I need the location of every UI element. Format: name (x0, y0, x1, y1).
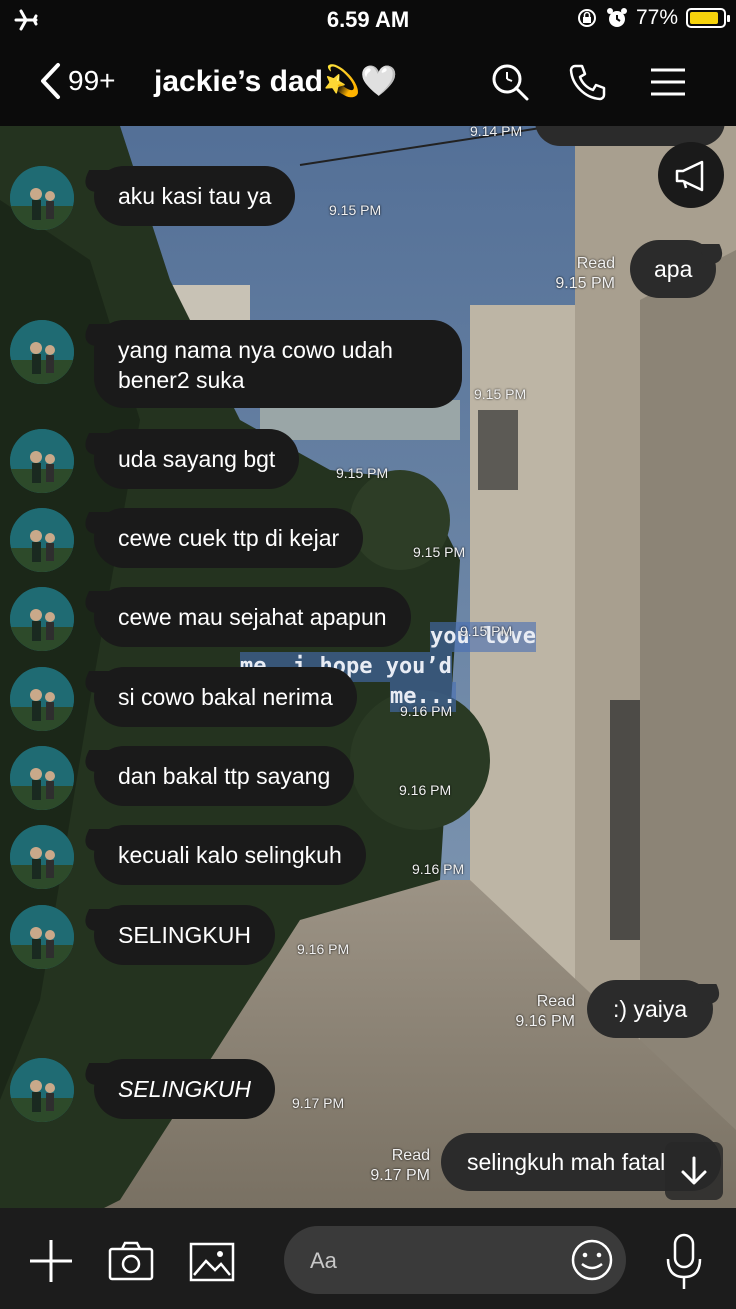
message-time: 9.16 PM (400, 703, 453, 719)
contact-avatar[interactable] (10, 508, 74, 572)
plus-icon[interactable] (28, 1238, 74, 1284)
message-bubble[interactable]: dan bakal ttp sayang (94, 746, 355, 806)
chevron-left-icon (41, 63, 60, 99)
message-bubble[interactable]: uda sayang bgt (94, 429, 300, 489)
contact-avatar[interactable] (10, 320, 74, 384)
chat-title[interactable]: jackie’s dad💫🤍 (154, 64, 398, 99)
message-time: 9.15 PM (329, 202, 382, 218)
message-time: 9.16 PM (297, 941, 350, 957)
arrow-down-icon (681, 1156, 707, 1185)
message-list[interactable]: you love me, i hope you’d me... 9.14 PM … (0, 96, 736, 1208)
back-button[interactable]: 99+ (38, 62, 116, 100)
read-receipt: Read 9.16 PM (500, 992, 575, 1032)
message-input-container (284, 1226, 626, 1294)
status-indicators: 77% (576, 6, 730, 30)
message-time: 9.15 PM (460, 623, 513, 639)
message-bubble[interactable]: yang nama nya cowo udah bener2 suka (94, 320, 462, 408)
read-label: Read (536, 993, 575, 1010)
contact-avatar[interactable] (10, 746, 74, 810)
emoji-icon[interactable] (570, 1238, 614, 1282)
contact-avatar[interactable] (10, 905, 74, 969)
message-time: 9.17 PM (370, 1167, 430, 1184)
status-bar: 6.59 AM 77% (0, 0, 736, 40)
camera-icon[interactable] (107, 1240, 155, 1282)
message-time: 9.16 PM (412, 861, 465, 877)
contact-avatar[interactable] (10, 667, 74, 731)
read-label: Read (576, 255, 615, 272)
contact-avatar[interactable] (10, 429, 74, 493)
battery-icon (686, 8, 730, 28)
message-time: 9.17 PM (292, 1095, 345, 1111)
rotation-lock-icon (577, 9, 596, 27)
chat-header: 99+ jackie’s dad💫🤍 (0, 40, 736, 126)
alarm-icon (606, 8, 627, 27)
message-bubble[interactable]: apa (630, 240, 717, 298)
message-bubble[interactable]: si cowo bakal nerima (94, 667, 357, 727)
announcement-button[interactable] (658, 142, 724, 208)
read-receipt: Read 9.15 PM (540, 254, 615, 294)
phone-icon[interactable] (566, 60, 610, 104)
composer-bar (0, 1208, 736, 1309)
message-line: yang nama nya cowo udah (118, 337, 393, 363)
message-time: 9.15 PM (474, 386, 527, 402)
message-line: bener2 suka (118, 367, 245, 393)
battery-percent: 77% (635, 6, 678, 29)
contact-avatar[interactable] (10, 587, 74, 651)
message-time: 9.16 PM (399, 782, 452, 798)
message-time: 9.15 PM (555, 275, 615, 292)
message-bubble[interactable]: SELINGKUH (94, 1059, 275, 1119)
message-bubble[interactable]: cewe mau sejahat apapun (94, 587, 411, 647)
read-label: Read (391, 1147, 430, 1164)
message-time: 9.15 PM (336, 465, 389, 481)
search-icon[interactable] (488, 60, 532, 104)
message-bubble[interactable]: cewe cuek ttp di kejar (94, 508, 364, 568)
image-icon[interactable] (188, 1241, 236, 1283)
message-bubble[interactable]: aku kasi tau ya (94, 166, 296, 226)
message-bubble[interactable]: :) yaiya (587, 980, 714, 1038)
message-bubble[interactable]: kecuali kalo selingkuh (94, 825, 366, 885)
message-bubble[interactable]: SELINGKUH (94, 905, 275, 965)
scroll-down-button[interactable] (665, 1142, 723, 1200)
contact-avatar[interactable] (10, 825, 74, 889)
contact-avatar[interactable] (10, 1058, 74, 1122)
read-receipt: Read 9.17 PM (355, 1146, 430, 1186)
unread-count: 99+ (68, 65, 116, 96)
microphone-icon[interactable] (662, 1232, 706, 1292)
message-time: 9.15 PM (413, 544, 466, 560)
menu-icon[interactable] (646, 60, 690, 104)
chat-screen: 6.59 AM 77% 99+ jackie’s dad💫🤍 you love … (0, 0, 736, 1309)
message-input[interactable] (308, 1242, 552, 1280)
megaphone-icon (675, 160, 704, 192)
contact-avatar[interactable] (10, 166, 74, 230)
message-time: 9.16 PM (515, 1013, 575, 1030)
